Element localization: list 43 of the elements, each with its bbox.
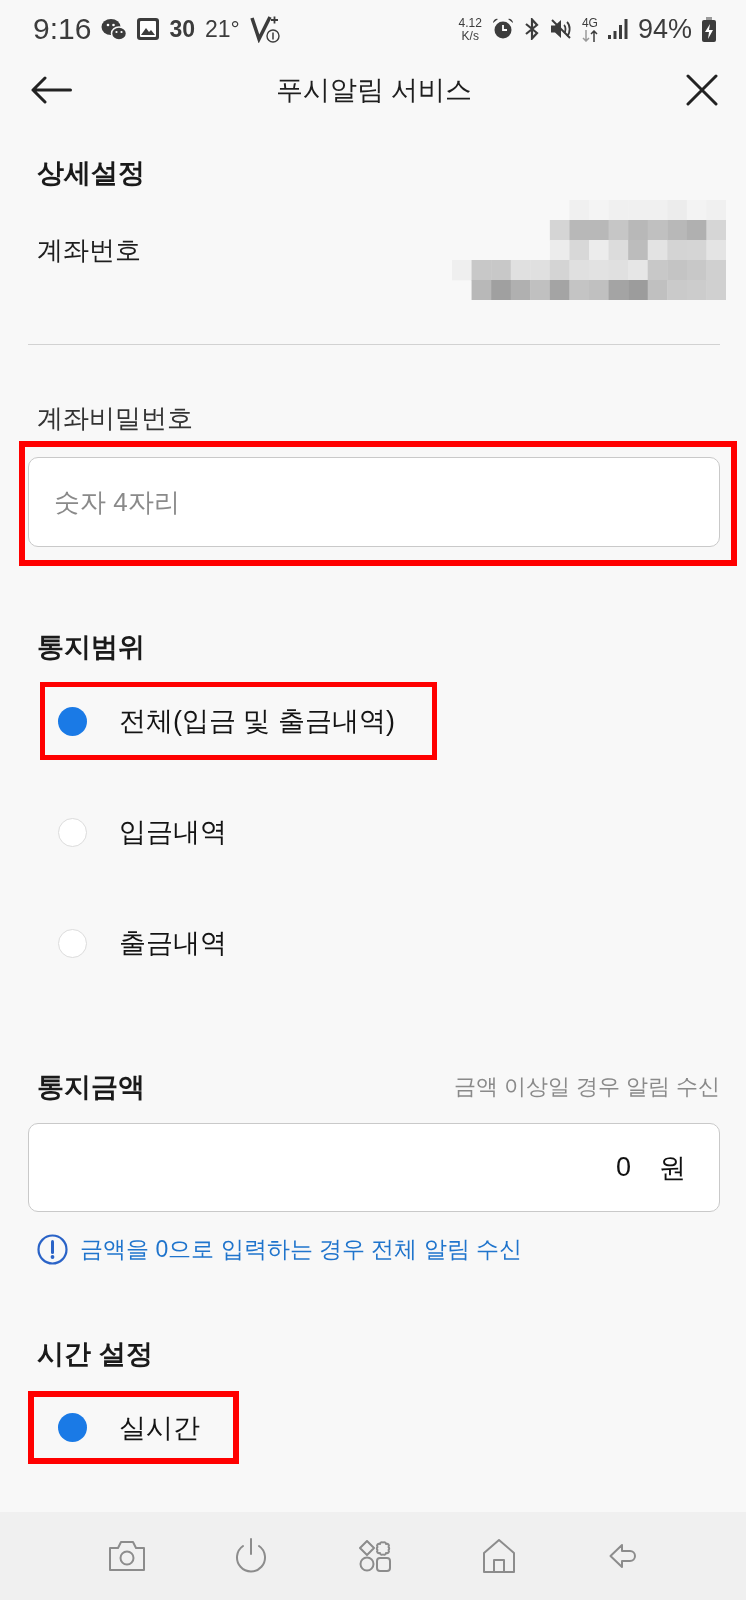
unit-label: 원 xyxy=(659,1151,686,1185)
battery-percent: 94% xyxy=(637,15,692,43)
section-heading: 시간 설정 xyxy=(37,1338,153,1371)
signal-bars-icon xyxy=(607,19,628,39)
home-icon[interactable] xyxy=(483,1539,515,1573)
notification-count: 30 xyxy=(169,17,195,41)
speaker-muted-icon xyxy=(549,18,572,40)
close-button[interactable] xyxy=(686,74,718,106)
radio-option[interactable]: 출금내역 xyxy=(45,909,264,977)
amount-value: 0 xyxy=(615,1152,631,1183)
alarm-clock-icon xyxy=(491,18,514,40)
network-type: 4G xyxy=(581,16,598,29)
bluetooth-icon xyxy=(523,18,540,40)
v-shape-icon xyxy=(249,15,280,43)
close-icon xyxy=(686,74,718,106)
account-label: 계좌번호 xyxy=(37,233,141,267)
camera-icon[interactable] xyxy=(109,1541,145,1571)
apps-icon[interactable] xyxy=(359,1540,391,1572)
image-icon xyxy=(137,18,160,40)
section-heading: 통지금액 xyxy=(37,1071,145,1104)
net-speed-value: 4.12 xyxy=(458,16,482,29)
back-icon[interactable] xyxy=(609,1543,637,1569)
info-text: 금액을 0으로 입력하는 경우 전체 알림 수신 xyxy=(80,1234,523,1264)
chat-bubbles-icon xyxy=(101,17,128,41)
field-label: 계좌비밀번호 xyxy=(37,402,193,435)
arrow-left-icon xyxy=(30,76,72,104)
data-arrows-icon xyxy=(581,29,598,42)
temperature-text: 21° xyxy=(205,17,240,41)
status-time: 9:16 xyxy=(33,14,92,44)
amount-field[interactable]: 0 원 xyxy=(28,1123,720,1212)
radio-option[interactable]: 입금내역 xyxy=(45,798,264,866)
page-title: 푸시알림 서비스 xyxy=(275,74,473,107)
section-heading: 상세설정 xyxy=(37,157,145,190)
section-heading: 통지범위 xyxy=(37,631,145,664)
radio-option[interactable]: 전체(입금 및 출금내역) xyxy=(45,687,432,755)
back-button[interactable] xyxy=(30,76,72,104)
info-icon xyxy=(37,1233,68,1265)
password-field[interactable]: 숫자 4자리 xyxy=(28,457,720,547)
net-speed-unit: K/s xyxy=(461,29,479,42)
power-icon[interactable] xyxy=(233,1538,269,1574)
radio-option[interactable]: 실시간 xyxy=(34,1397,233,1458)
amount-hint: 금액 이상일 경우 알림 수신 xyxy=(453,1073,720,1101)
battery-charging-icon xyxy=(702,16,716,42)
